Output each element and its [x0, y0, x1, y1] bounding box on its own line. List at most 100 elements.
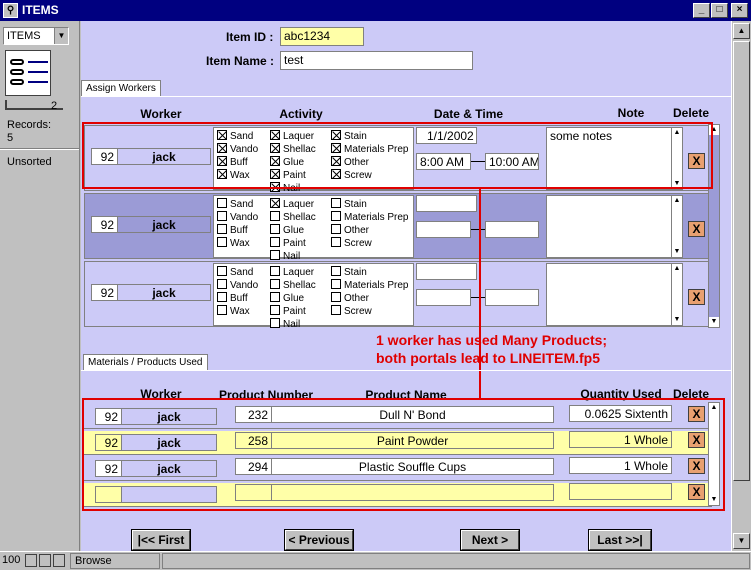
activity-checkbox[interactable]: Glue: [270, 292, 304, 304]
checkbox-icon[interactable]: [331, 266, 341, 276]
activity-checkbox[interactable]: Nail: [270, 318, 300, 330]
checkbox-icon[interactable]: [217, 279, 227, 289]
zoom-level[interactable]: 100: [2, 554, 20, 566]
app-icon[interactable]: ⚲: [3, 3, 18, 18]
activity-checkbox[interactable]: Other: [331, 292, 369, 304]
checkbox-icon[interactable]: [270, 318, 280, 328]
activity-checkbox[interactable]: Sand: [217, 266, 253, 278]
maximize-button[interactable]: □: [711, 3, 728, 18]
activity-checkbox[interactable]: Wax: [217, 237, 250, 249]
checkbox-icon[interactable]: [331, 237, 341, 247]
status-area-toggle-icon[interactable]: [53, 554, 65, 567]
end-time-field[interactable]: [485, 221, 539, 238]
activity-checkbox[interactable]: Sand: [217, 198, 253, 210]
checkbox-icon[interactable]: [270, 292, 280, 302]
activity-checkbox[interactable]: Buff: [217, 224, 248, 236]
date-field[interactable]: [416, 195, 477, 212]
activity-checkbox[interactable]: Paint: [270, 305, 306, 317]
zoom-out-icon[interactable]: [25, 554, 37, 567]
checkbox-icon[interactable]: [270, 224, 280, 234]
title-bar[interactable]: ⚲ ITEMS _ □ ×: [0, 0, 751, 21]
previous-record-button[interactable]: < Previous: [284, 529, 354, 551]
scroll-down-icon[interactable]: ▼: [733, 533, 750, 549]
activity-checkbox[interactable]: Paint: [270, 237, 306, 249]
checkbox-icon[interactable]: [270, 211, 280, 221]
checkbox-icon[interactable]: [331, 198, 341, 208]
scroll-thumb[interactable]: [733, 41, 750, 481]
checkbox-icon[interactable]: [217, 211, 227, 221]
activity-checkbox[interactable]: Shellac: [270, 211, 316, 223]
activity-checkbox[interactable]: Stain: [331, 266, 367, 278]
checkbox-icon[interactable]: [270, 237, 280, 247]
checkbox-icon[interactable]: [331, 279, 341, 289]
minimize-button[interactable]: _: [693, 3, 710, 18]
activity-checkbox[interactable]: Screw: [331, 237, 372, 249]
book-icon[interactable]: [5, 50, 51, 96]
scroll-down-icon[interactable]: ▼: [709, 317, 719, 327]
checkbox-icon[interactable]: [217, 266, 227, 276]
note-field[interactable]: [546, 195, 683, 258]
item-name-field[interactable]: test: [280, 51, 473, 70]
checkbox-icon[interactable]: [331, 292, 341, 302]
worker-name-field[interactable]: jack: [117, 216, 211, 233]
checkbox-icon[interactable]: [270, 279, 280, 289]
start-time-field[interactable]: [416, 289, 471, 306]
scroll-up-icon[interactable]: ▲: [672, 196, 682, 206]
note-field[interactable]: [546, 263, 683, 326]
note-scrollbar[interactable]: ▲ ▼: [671, 195, 683, 258]
activity-label: Other: [344, 225, 370, 236]
tab-assign-workers[interactable]: Assign Workers: [81, 80, 161, 96]
activity-checkbox[interactable]: Shellac: [270, 279, 316, 291]
chevron-down-icon[interactable]: ▼: [54, 28, 68, 44]
first-record-button[interactable]: |<< First: [131, 529, 191, 551]
end-time-field[interactable]: [485, 289, 539, 306]
last-record-button[interactable]: Last >>|: [588, 529, 652, 551]
header-note: Note: [617, 106, 645, 120]
checkbox-icon[interactable]: [217, 305, 227, 315]
checkbox-icon[interactable]: [217, 237, 227, 247]
window-vertical-scrollbar[interactable]: ▲ ▼: [731, 21, 751, 551]
checkbox-icon[interactable]: [217, 292, 227, 302]
checkbox-icon[interactable]: [270, 198, 280, 208]
date-field[interactable]: [416, 263, 477, 280]
activity-checkbox[interactable]: Materials Prep: [331, 211, 408, 223]
tab-materials-products[interactable]: Materials / Products Used: [83, 354, 208, 370]
delete-row-button[interactable]: X: [688, 221, 705, 237]
worker-id-field[interactable]: 92: [91, 216, 118, 233]
delete-row-button[interactable]: X: [688, 289, 705, 305]
activity-checkbox[interactable]: Buff: [217, 292, 248, 304]
activity-checkbox[interactable]: Screw: [331, 305, 372, 317]
next-record-button[interactable]: Next >: [460, 529, 520, 551]
activity-checkbox[interactable]: Glue: [270, 224, 304, 236]
checkbox-icon[interactable]: [217, 224, 227, 234]
activity-checkbox[interactable]: Laquer: [270, 266, 314, 278]
mode-selector[interactable]: Browse: [70, 553, 160, 569]
checkbox-icon[interactable]: [331, 211, 341, 221]
checkbox-icon[interactable]: [331, 224, 341, 234]
checkbox-icon[interactable]: [270, 250, 280, 260]
activity-checkbox[interactable]: Materials Prep: [331, 279, 408, 291]
worker-id-field[interactable]: 92: [91, 284, 118, 301]
checkbox-icon[interactable]: [331, 305, 341, 315]
scroll-down-icon[interactable]: ▼: [672, 247, 682, 257]
scroll-up-icon[interactable]: ▲: [672, 264, 682, 274]
checkbox-icon[interactable]: [217, 198, 227, 208]
activity-checkbox[interactable]: Stain: [331, 198, 367, 210]
note-scrollbar[interactable]: ▲ ▼: [671, 263, 683, 326]
item-id-field[interactable]: abc1234: [280, 27, 364, 46]
checkbox-icon[interactable]: [270, 305, 280, 315]
horizontal-scrollbar[interactable]: [162, 553, 750, 569]
start-time-field[interactable]: [416, 221, 471, 238]
activity-checkbox[interactable]: Wax: [217, 305, 250, 317]
worker-name-field[interactable]: jack: [117, 284, 211, 301]
scroll-up-icon[interactable]: ▲: [733, 23, 750, 39]
activity-checkbox[interactable]: Vando: [217, 211, 258, 223]
close-button[interactable]: ×: [731, 3, 748, 18]
checkbox-icon[interactable]: [270, 266, 280, 276]
zoom-in-icon[interactable]: [39, 554, 51, 567]
scroll-down-icon[interactable]: ▼: [672, 315, 682, 325]
activity-checkbox[interactable]: Vando: [217, 279, 258, 291]
layout-select[interactable]: ITEMS ▼: [3, 27, 69, 45]
activity-checkbox[interactable]: Laquer: [270, 198, 314, 210]
activity-checkbox[interactable]: Other: [331, 224, 369, 236]
